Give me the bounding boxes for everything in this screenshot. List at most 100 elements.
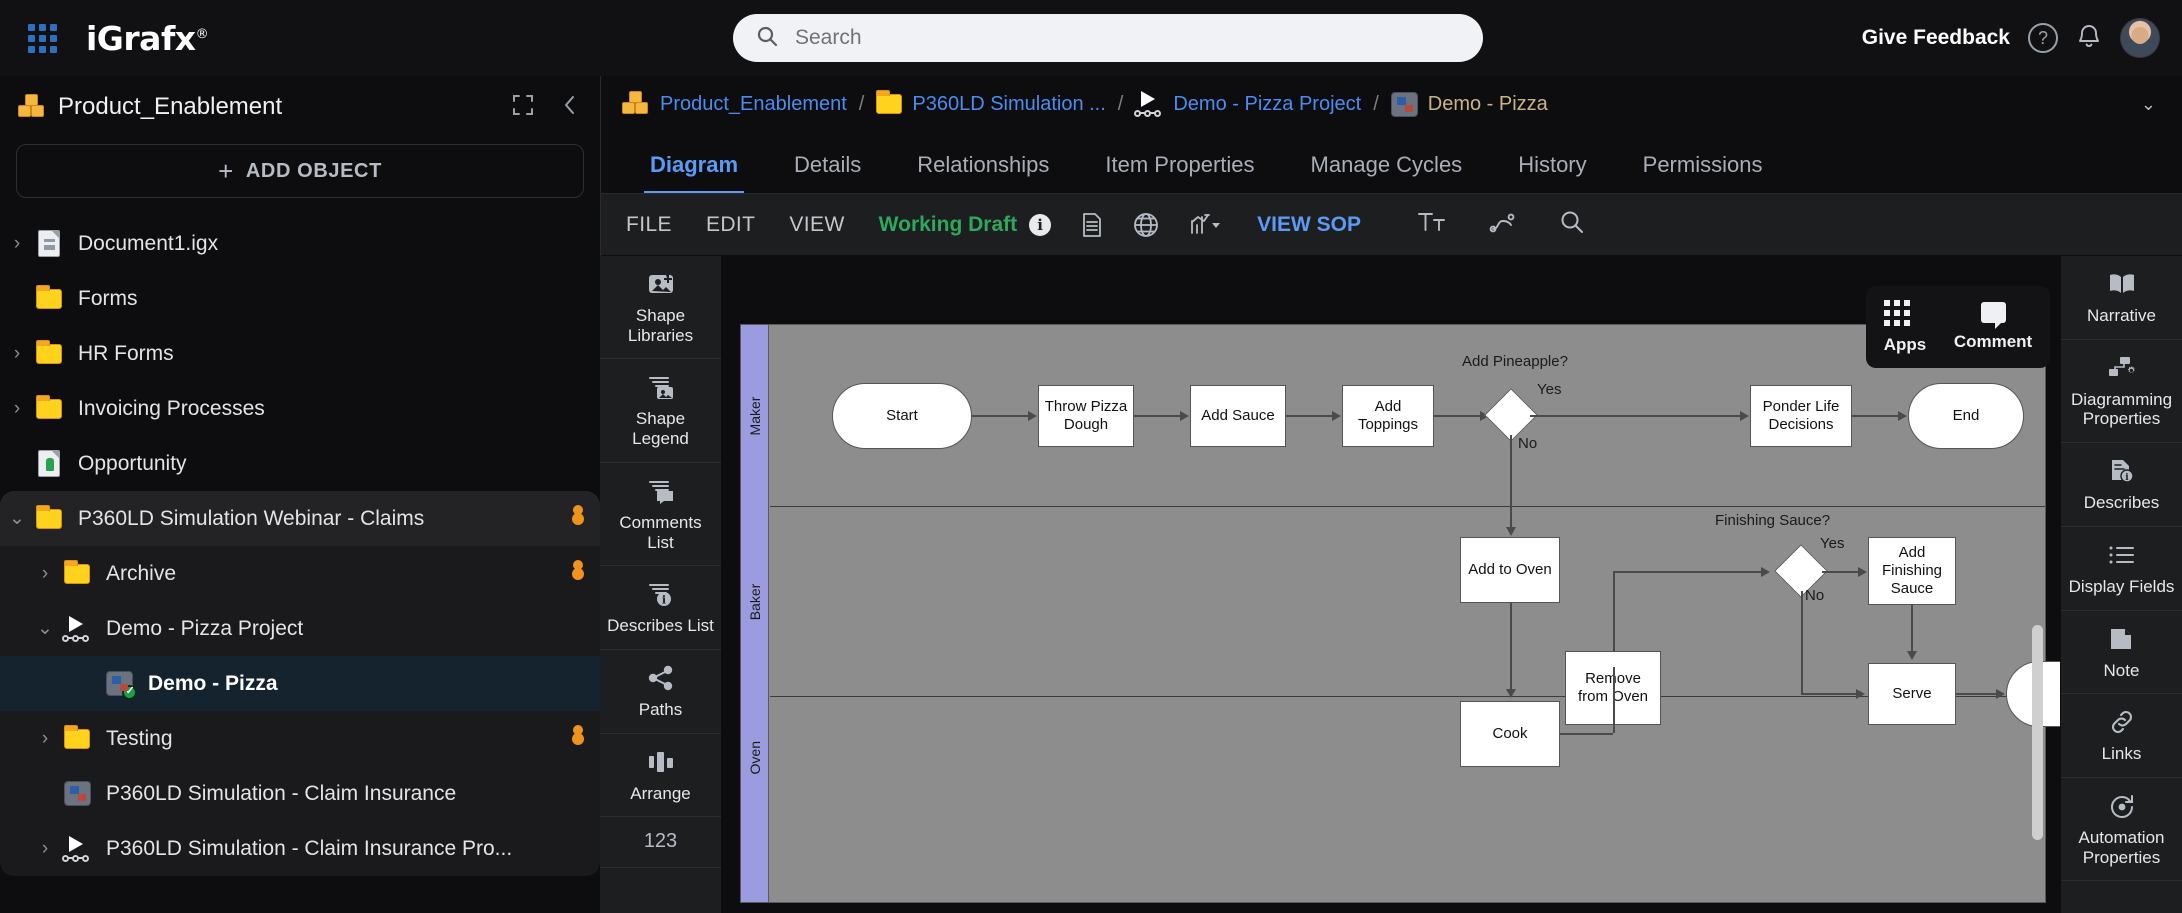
decision-yes-label: Yes bbox=[1820, 535, 1844, 552]
connector-icon[interactable] bbox=[1489, 209, 1517, 240]
tree-item-p360ld-simulation-webinar-claims[interactable]: ⌄P360LD Simulation Webinar - Claims bbox=[0, 491, 600, 546]
rail-item-note[interactable]: Note bbox=[2061, 611, 2182, 695]
chevron-down-icon[interactable]: ⌄ bbox=[0, 507, 34, 530]
user-avatar[interactable] bbox=[2120, 18, 2160, 58]
chevron-right-icon[interactable]: › bbox=[28, 728, 62, 750]
node-add-toppings[interactable]: Add Toppings bbox=[1342, 385, 1434, 447]
node-throw-pizza-dough[interactable]: Throw Pizza Dough bbox=[1038, 385, 1134, 447]
comment-bubble-icon bbox=[1981, 302, 2006, 323]
rail-item-narrative[interactable]: Narrative bbox=[2061, 256, 2182, 340]
tree-item-document1-igx[interactable]: ›Document1.igx bbox=[0, 216, 600, 271]
chevron-right-icon[interactable]: › bbox=[0, 343, 34, 365]
info-icon[interactable]: i bbox=[1029, 214, 1051, 236]
tree-item-opportunity[interactable]: Opportunity bbox=[0, 436, 600, 491]
apps-grid-icon[interactable] bbox=[20, 16, 64, 60]
node-add-sauce[interactable]: Add Sauce bbox=[1190, 385, 1286, 447]
tab-permissions[interactable]: Permissions bbox=[1615, 152, 1791, 194]
tab-history[interactable]: History bbox=[1490, 152, 1614, 194]
tab-diagram[interactable]: Diagram bbox=[622, 152, 766, 194]
plus-icon: + bbox=[218, 156, 234, 187]
brand-logo[interactable]: iGrafx® bbox=[86, 19, 208, 58]
rail-label: 123 bbox=[606, 830, 715, 853]
rail-item-arrange[interactable]: Arrange bbox=[600, 734, 721, 818]
tree-item-demo-pizza[interactable]: Demo - Pizza bbox=[0, 656, 600, 711]
rail-item-links[interactable]: Links bbox=[2061, 694, 2182, 778]
search-icon[interactable] bbox=[1559, 209, 1585, 240]
describes-list-icon: i bbox=[606, 579, 715, 609]
breadcrumb-expand-icon[interactable]: ⌄ bbox=[2141, 94, 2156, 115]
node-add-to-oven[interactable]: Add to Oven bbox=[1460, 537, 1560, 603]
chevron-down-icon[interactable]: ⌄ bbox=[28, 617, 62, 640]
workspace-title: Product_Enablement bbox=[58, 93, 282, 121]
connector bbox=[1510, 435, 1512, 507]
chevron-right-icon[interactable]: › bbox=[0, 398, 34, 420]
node-add-finishing-sauce[interactable]: Add Finishing Sauce bbox=[1868, 537, 1956, 605]
canvas-vertical-scrollbar[interactable] bbox=[2032, 625, 2043, 840]
node-end[interactable]: End bbox=[1908, 383, 2024, 449]
menu-view[interactable]: VIEW bbox=[789, 213, 844, 237]
tree-item-archive[interactable]: ›Archive bbox=[0, 546, 600, 601]
connector bbox=[1510, 507, 1512, 529]
menu-file[interactable]: FILE bbox=[626, 213, 672, 237]
tab-relationships[interactable]: Relationships bbox=[889, 152, 1077, 194]
rail-item-numbering[interactable]: 123 bbox=[600, 817, 721, 867]
globe-icon[interactable] bbox=[1133, 212, 1159, 238]
apps-button[interactable]: Apps bbox=[1884, 300, 1927, 355]
tree-item-p360ld-simulation-claim-insurance-pro[interactable]: ›P360LD Simulation - Claim Insurance Pro… bbox=[0, 821, 600, 876]
rail-item-describes-list[interactable]: i Describes List bbox=[600, 566, 721, 650]
document-icon[interactable] bbox=[1081, 212, 1103, 238]
rail-label: Arrange bbox=[606, 784, 715, 804]
rail-item-diagramming-properties[interactable]: Diagramming Properties bbox=[2061, 340, 2182, 443]
collapse-sidebar-icon[interactable] bbox=[562, 93, 578, 122]
node-start[interactable]: Start bbox=[832, 383, 972, 449]
breadcrumb-item-0[interactable]: Product_Enablement bbox=[622, 91, 847, 117]
tree-item-invoicing-processes[interactable]: ›Invoicing Processes bbox=[0, 381, 600, 436]
text-format-icon[interactable] bbox=[1417, 209, 1447, 240]
tree-item-testing[interactable]: ›Testing bbox=[0, 711, 600, 766]
search-input[interactable] bbox=[795, 26, 1461, 50]
menu-edit[interactable]: EDIT bbox=[706, 213, 755, 237]
tree-item-p360ld-simulation-claim-insurance[interactable]: P360LD Simulation - Claim Insurance bbox=[0, 766, 600, 821]
node-ponder-life-decisions[interactable]: Ponder Life Decisions bbox=[1750, 385, 1852, 447]
diagram-canvas[interactable]: Maker Start Throw Pizza Dough Add Sauce bbox=[740, 324, 2046, 903]
global-search[interactable] bbox=[733, 14, 1483, 62]
tab-manage-cycles[interactable]: Manage Cycles bbox=[1283, 152, 1491, 194]
help-icon[interactable]: ? bbox=[2028, 23, 2058, 53]
node-cook[interactable]: Cook bbox=[1460, 701, 1560, 767]
content-tabs: DiagramDetailsRelationshipsItem Properti… bbox=[600, 132, 2182, 194]
connector bbox=[1286, 415, 1334, 417]
tree-item-demo-pizza-project[interactable]: ⌄ Demo - Pizza Project bbox=[0, 601, 600, 656]
chevron-right-icon[interactable]: › bbox=[28, 838, 62, 860]
diagram-canvas-area[interactable]: Maker Start Throw Pizza Dough Add Sauce bbox=[722, 256, 2060, 913]
shape-legend-icon bbox=[606, 372, 715, 402]
tree-item-hr-forms[interactable]: ›HR Forms bbox=[0, 326, 600, 381]
rail-item-automation-properties[interactable]: Automation Properties bbox=[2061, 778, 2182, 881]
rail-item-comments-list[interactable]: Comments List bbox=[600, 463, 721, 566]
rail-item-paths[interactable]: Paths bbox=[600, 650, 721, 734]
view-sop-button[interactable]: VIEW SOP bbox=[1257, 213, 1361, 237]
give-feedback-button[interactable]: Give Feedback bbox=[1862, 26, 2010, 50]
chevron-right-icon[interactable]: › bbox=[0, 233, 34, 255]
chart-dropdown-icon[interactable] bbox=[1189, 212, 1223, 238]
rail-item-shape-libraries[interactable]: Shape Libraries bbox=[600, 256, 721, 359]
comment-button[interactable]: Comment bbox=[1954, 302, 2032, 352]
apps-label: Apps bbox=[1884, 335, 1927, 355]
tree-item-forms[interactable]: Forms bbox=[0, 271, 600, 326]
add-object-button[interactable]: + ADD OBJECT bbox=[16, 144, 584, 198]
rail-item-shape-legend[interactable]: Shape Legend bbox=[600, 359, 721, 462]
tree-item-label: Demo - Pizza Project bbox=[106, 617, 303, 641]
rail-item-display-fields[interactable]: Display Fields bbox=[2061, 527, 2182, 611]
breadcrumb-separator: / bbox=[1118, 93, 1124, 116]
rail-item-describes[interactable]: i Describes bbox=[2061, 443, 2182, 527]
notifications-icon[interactable] bbox=[2076, 22, 2102, 55]
workspace-sidebar: Product_Enablement + ADD OBJECT ›Documen… bbox=[0, 76, 600, 913]
rail-label: Links bbox=[2067, 744, 2176, 764]
breadcrumb-item-2[interactable]: Demo - Pizza Project bbox=[1135, 91, 1361, 117]
tab-details[interactable]: Details bbox=[766, 152, 889, 194]
tab-item-properties[interactable]: Item Properties bbox=[1077, 152, 1282, 194]
breadcrumb-item-1[interactable]: P360LD Simulation ... bbox=[876, 93, 1105, 116]
expand-icon[interactable] bbox=[512, 94, 534, 121]
working-draft-status[interactable]: Working Draft bbox=[879, 213, 1017, 237]
chevron-right-icon[interactable]: › bbox=[28, 563, 62, 585]
toolbar-right-icons bbox=[1417, 209, 1585, 240]
